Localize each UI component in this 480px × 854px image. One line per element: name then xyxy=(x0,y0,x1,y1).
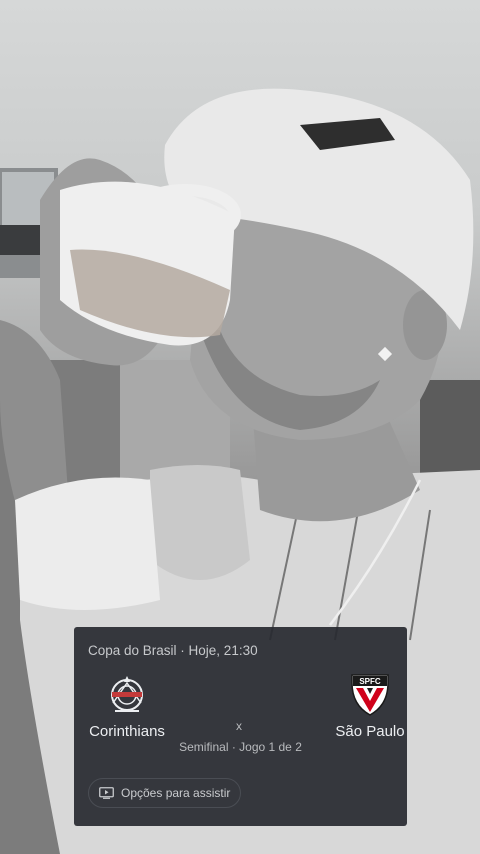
screen: Copa do Brasil · Hoje, 21:30 Corinthians… xyxy=(0,0,480,854)
home-team-name: Corinthians xyxy=(89,723,165,740)
away-team-name: São Paulo xyxy=(335,723,405,740)
away-team[interactable]: SPFC São Paulo xyxy=(315,673,425,740)
home-team[interactable]: Corinthians xyxy=(72,673,182,740)
watch-options-label: Opções para assistir xyxy=(121,786,231,800)
watch-options-button[interactable]: Opções para assistir xyxy=(88,778,242,808)
spfc-crest-icon: SPFC xyxy=(351,674,389,716)
spfc-crest-text: SPFC xyxy=(359,677,381,686)
corinthians-crest-icon xyxy=(111,676,143,712)
match-card[interactable]: Copa do Brasil · Hoje, 21:30 Corinthians… xyxy=(74,627,407,826)
tv-play-icon xyxy=(99,787,114,799)
versus-separator: x xyxy=(236,719,242,733)
match-stage: Semifinal · Jogo 1 de 2 xyxy=(179,740,302,754)
match-header: Copa do Brasil · Hoje, 21:30 xyxy=(88,643,258,658)
